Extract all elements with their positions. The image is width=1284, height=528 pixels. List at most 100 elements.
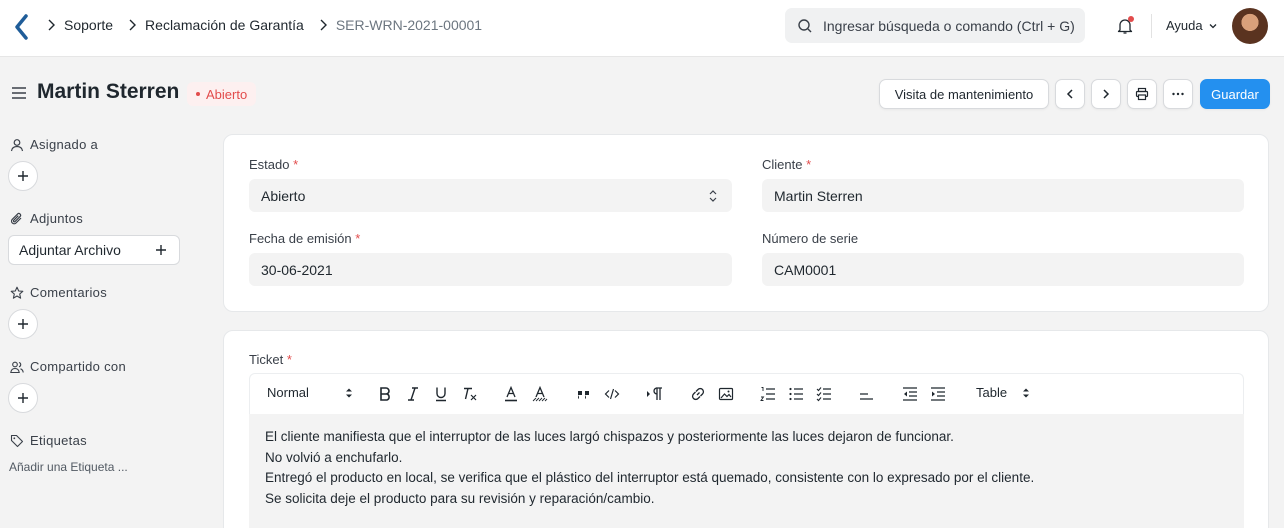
select-caret-icon: [1023, 388, 1029, 397]
editor-line: Se solicita deje el producto para su rev…: [265, 491, 655, 507]
plus-icon: [18, 319, 28, 329]
align-icon[interactable]: [858, 386, 874, 402]
clear-format-icon[interactable]: [462, 386, 478, 402]
code-icon[interactable]: [604, 386, 620, 402]
chevron-right-icon: [129, 19, 137, 31]
chevron-right-icon: [48, 19, 55, 31]
serie-field-label: Número de serie: [762, 231, 859, 246]
attachments-label: Adjuntos: [30, 211, 83, 226]
breadcrumb-warranty-claim[interactable]: Reclamación de Garantía: [145, 17, 304, 33]
add-comment-button[interactable]: [8, 309, 38, 339]
chevron-right-icon: [320, 19, 327, 31]
user-icon: [10, 138, 24, 151]
shared-with-heading: Compartido con: [10, 359, 126, 374]
numero-serie-field[interactable]: CAM0001: [762, 253, 1244, 286]
previous-record-button[interactable]: [1055, 79, 1085, 109]
fecha-label-text: Fecha de emisión: [249, 231, 352, 246]
notification-dot: [1128, 16, 1134, 22]
status-label: Abierto: [206, 86, 248, 102]
underline-icon[interactable]: [434, 386, 448, 402]
bold-icon[interactable]: [378, 386, 392, 402]
editor-line: No volvió a enchufarlo.: [265, 449, 403, 465]
ticket-editor[interactable]: El cliente manifiesta que el interruptor…: [249, 414, 1244, 528]
maintenance-visit-button[interactable]: Visita de mantenimiento: [879, 79, 1049, 109]
sidebar-toggle-icon[interactable]: [11, 86, 27, 100]
indent-icon[interactable]: [930, 386, 946, 402]
add-share-button[interactable]: [8, 383, 38, 413]
estado-value: Abierto: [261, 187, 306, 204]
avatar[interactable]: [1232, 8, 1268, 44]
add-tag-link[interactable]: Añadir una Etiqueta ...: [9, 460, 128, 474]
fecha-emision-field[interactable]: 30-06-2021: [249, 253, 732, 286]
print-button[interactable]: [1127, 79, 1157, 109]
outdent-icon[interactable]: [902, 386, 918, 402]
help-label: Ayuda: [1166, 18, 1203, 33]
search-placeholder: Ingresar búsqueda o comando (Ctrl + G): [823, 17, 1075, 34]
cliente-field-label: Cliente *: [762, 157, 811, 172]
plus-icon: [18, 171, 28, 181]
plus-icon: [18, 393, 28, 403]
required-marker: *: [806, 157, 812, 172]
checklist-icon[interactable]: [816, 386, 832, 402]
estado-label-text: Estado: [249, 157, 290, 172]
format-select-value: Normal: [267, 385, 309, 400]
assigned-to-heading: Asignado a: [10, 137, 98, 152]
attach-file-button[interactable]: Adjuntar Archivo: [8, 235, 180, 265]
chevron-left-icon: [1066, 89, 1073, 99]
tags-label: Etiquetas: [30, 433, 87, 448]
table-select-value: Table: [976, 385, 1008, 400]
background-color-icon[interactable]: [532, 386, 548, 402]
link-icon[interactable]: [690, 386, 706, 402]
status-dot: [196, 92, 200, 96]
ticket-label-text: Ticket: [249, 352, 284, 367]
editor-toolbar: Normal Table: [249, 373, 1244, 414]
breadcrumb-soporte[interactable]: Soporte: [64, 17, 113, 33]
attach-file-label: Adjuntar Archivo: [19, 242, 121, 258]
bullet-list-icon[interactable]: [788, 386, 804, 402]
save-button[interactable]: Guardar: [1200, 79, 1270, 109]
italic-icon[interactable]: [406, 386, 420, 402]
next-record-button[interactable]: [1091, 79, 1121, 109]
required-marker: *: [355, 231, 361, 246]
text-direction-icon[interactable]: [646, 386, 664, 402]
status-badge: Abierto: [187, 82, 257, 106]
add-assignee-button[interactable]: [8, 161, 38, 191]
text-color-icon[interactable]: [504, 386, 518, 402]
search-input[interactable]: Ingresar búsqueda o comando (Ctrl + G): [785, 8, 1085, 43]
tags-heading: Etiquetas: [10, 433, 87, 448]
editor-line: El cliente manifiesta que el interruptor…: [265, 429, 954, 444]
editor-line: Entregó el producto en local, se verific…: [265, 470, 1035, 486]
comments-heading: Comentarios: [10, 285, 107, 300]
image-icon[interactable]: [718, 386, 734, 402]
search-icon: [798, 18, 812, 32]
format-select[interactable]: Normal: [267, 385, 353, 400]
assigned-to-label: Asignado a: [30, 137, 99, 152]
more-actions-button[interactable]: [1163, 79, 1193, 109]
page-title: Martin Sterren: [37, 80, 180, 103]
select-caret-icon: [709, 189, 717, 202]
required-marker: *: [286, 352, 292, 367]
star-icon: [10, 286, 24, 299]
ticket-field-label: Ticket *: [249, 352, 292, 367]
comments-label: Comentarios: [30, 285, 107, 300]
app-logo-icon[interactable]: [14, 14, 30, 40]
ordered-list-icon[interactable]: [760, 386, 776, 402]
chevron-right-icon: [1103, 89, 1110, 99]
help-dropdown[interactable]: Ayuda: [1166, 18, 1218, 33]
plus-icon: [156, 245, 166, 255]
chevron-down-icon: [1209, 23, 1217, 28]
details-card: Estado * Abierto Cliente * Martin Sterre…: [223, 134, 1269, 312]
shared-with-label: Compartido con: [30, 359, 126, 374]
paperclip-icon: [10, 212, 22, 224]
breadcrumb: Soporte Reclamación de Garantía SER-WRN-…: [44, 17, 494, 33]
estado-field-label: Estado *: [249, 157, 298, 172]
breadcrumb-document-id[interactable]: SER-WRN-2021-00001: [336, 17, 482, 33]
blockquote-icon[interactable]: [576, 386, 592, 402]
select-caret-icon: [346, 388, 352, 397]
table-select[interactable]: Table: [976, 385, 1030, 400]
navbar: Soporte Reclamación de Garantía SER-WRN-…: [0, 0, 1284, 57]
estado-select[interactable]: Abierto: [249, 179, 732, 212]
ellipsis-icon: [1172, 92, 1184, 96]
ticket-card: Ticket * Normal Table El cliente manifie…: [223, 330, 1269, 528]
cliente-field[interactable]: Martin Sterren: [762, 179, 1244, 212]
